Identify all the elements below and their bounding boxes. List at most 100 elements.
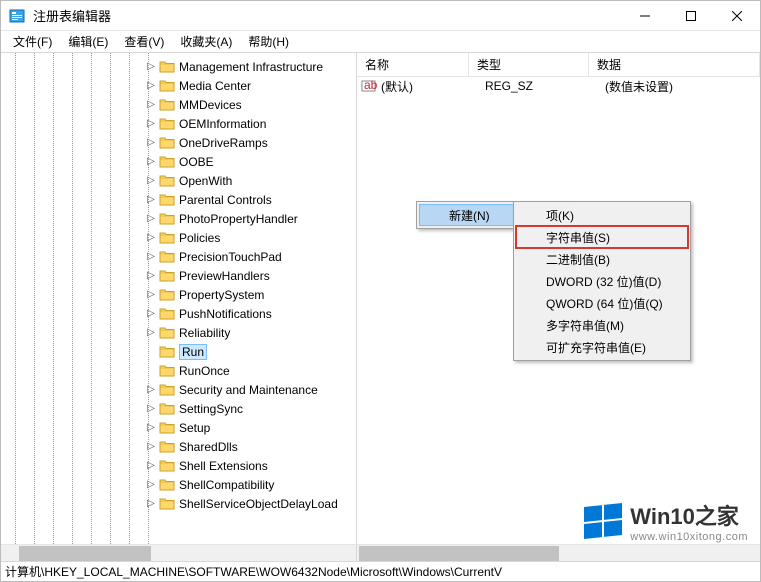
titlebar: 注册表编辑器: [1, 1, 760, 31]
tree-item[interactable]: ▷ShellCompatibility: [1, 475, 356, 494]
tree-item[interactable]: ▷ PropertySystem: [1, 285, 356, 304]
statusbar: 计算机\HKEY_LOCAL_MACHINE\SOFTWARE\WOW6432N…: [1, 561, 760, 581]
column-header-name[interactable]: 名称: [357, 53, 469, 76]
chevron-right-icon[interactable]: ▷: [145, 308, 157, 319]
tree-item[interactable]: ▷OEMInformation: [1, 114, 356, 133]
value-data: (数值未设置): [605, 78, 760, 95]
chevron-right-icon[interactable]: ▷: [145, 194, 157, 205]
tree-item[interactable]: ▷ Security and Maintenance: [1, 380, 356, 399]
new-expandstring-value[interactable]: 可扩充字符串值(E): [516, 336, 688, 358]
folder-icon: [159, 420, 175, 436]
menubar: 文件(F) 编辑(E) 查看(V) 收藏夹(A) 帮助(H): [1, 31, 760, 53]
chevron-right-icon[interactable]: ▷: [145, 156, 157, 167]
tree-item[interactable]: ▷Reliability: [1, 323, 356, 342]
status-path: 计算机\HKEY_LOCAL_MACHINE\SOFTWARE\WOW6432N…: [5, 563, 502, 580]
windows-logo-icon: [584, 503, 622, 539]
chevron-right-icon[interactable]: ▷: [145, 441, 157, 452]
tree-horizontal-scrollbar[interactable]: [1, 544, 356, 561]
close-button[interactable]: [714, 1, 760, 31]
tree-item[interactable]: ▷ PreviewHandlers: [1, 266, 356, 285]
chevron-right-icon[interactable]: ▷: [145, 403, 157, 414]
scrollbar-thumb[interactable]: [19, 546, 151, 561]
tree-item[interactable]: ▷PhotoPropertyHandler: [1, 209, 356, 228]
registry-tree[interactable]: ▷Management Infrastructure▷Media Center▷…: [1, 53, 356, 544]
tree-item[interactable]: ▷Parental Controls: [1, 190, 356, 209]
chevron-right-icon[interactable]: ▷: [145, 422, 157, 433]
folder-icon: [159, 249, 175, 265]
tree-item-label: Shell Extensions: [179, 459, 268, 473]
tree-item-label: Security and Maintenance: [179, 383, 318, 397]
chevron-right-icon[interactable]: ▷: [145, 80, 157, 91]
main-area: ▷Management Infrastructure▷Media Center▷…: [1, 53, 760, 561]
folder-icon: [159, 78, 175, 94]
minimize-button[interactable]: [622, 1, 668, 31]
tree-item-label: Policies: [179, 231, 220, 245]
folder-icon: [159, 496, 175, 512]
chevron-right-icon[interactable]: ▷: [145, 251, 157, 262]
tree-item[interactable]: ▷ Shell Extensions: [1, 456, 356, 475]
scrollbar-thumb[interactable]: [359, 546, 559, 561]
new-binary-value[interactable]: 二进制值(B): [516, 248, 688, 270]
chevron-right-icon[interactable]: ▷: [145, 175, 157, 186]
chevron-right-icon[interactable]: ▷: [145, 118, 157, 129]
tree-item[interactable]: ▷Media Center: [1, 76, 356, 95]
chevron-right-icon[interactable]: ▷: [145, 232, 157, 243]
tree-item[interactable]: ▷SharedDlls: [1, 437, 356, 456]
folder-icon: [159, 306, 175, 322]
tree-item[interactable]: ▷ SettingSync: [1, 399, 356, 418]
chevron-right-icon[interactable]: ▷: [145, 460, 157, 471]
chevron-right-icon[interactable]: ▷: [145, 327, 157, 338]
menu-help[interactable]: 帮助(H): [240, 31, 297, 52]
folder-icon: [159, 287, 175, 303]
tree-item[interactable]: RunOnce: [1, 361, 356, 380]
chevron-right-icon[interactable]: ▷: [145, 61, 157, 72]
context-submenu-new: 项(K) 字符串值(S) 二进制值(B) DWORD (32 位)值(D) QW…: [513, 201, 691, 361]
string-value-icon: ab: [361, 78, 377, 94]
folder-icon: [159, 154, 175, 170]
menu-edit[interactable]: 编辑(E): [60, 31, 116, 52]
new-qword-value[interactable]: QWORD (64 位)值(Q): [516, 292, 688, 314]
tree-item-label: Run: [179, 344, 207, 360]
new-string-value[interactable]: 字符串值(S): [516, 226, 688, 248]
value-name: (默认): [381, 78, 485, 95]
tree-item[interactable]: ▷OneDriveRamps: [1, 133, 356, 152]
menu-file[interactable]: 文件(F): [5, 31, 60, 52]
tree-item-label: PreviewHandlers: [179, 269, 270, 283]
tree-item[interactable]: ▷PushNotifications: [1, 304, 356, 323]
tree-item[interactable]: ▷MMDevices: [1, 95, 356, 114]
tree-item-label: PropertySystem: [179, 288, 264, 302]
tree-item[interactable]: ▷PrecisionTouchPad: [1, 247, 356, 266]
tree-item[interactable]: ▷Setup: [1, 418, 356, 437]
chevron-right-icon[interactable]: ▷: [145, 99, 157, 110]
window-controls: [622, 1, 760, 31]
menu-label: 可扩充字符串值(E): [546, 339, 646, 356]
chevron-right-icon[interactable]: ▷: [145, 384, 157, 395]
value-row[interactable]: ab(默认)REG_SZ(数值未设置): [357, 77, 760, 95]
tree-item[interactable]: ▷ Policies: [1, 228, 356, 247]
tree-item[interactable]: ▷Management Infrastructure: [1, 57, 356, 76]
maximize-button[interactable]: [668, 1, 714, 31]
menu-view[interactable]: 查看(V): [116, 31, 172, 52]
value-list[interactable]: ab(默认)REG_SZ(数值未设置): [357, 77, 760, 95]
new-dword-value[interactable]: DWORD (32 位)值(D): [516, 270, 688, 292]
chevron-right-icon[interactable]: ▷: [145, 479, 157, 490]
new-multistring-value[interactable]: 多字符串值(M): [516, 314, 688, 336]
menu-favorites[interactable]: 收藏夹(A): [172, 31, 240, 52]
new-key[interactable]: 项(K): [516, 204, 688, 226]
column-header-type[interactable]: 类型: [469, 53, 589, 76]
column-header-data[interactable]: 数据: [589, 53, 760, 76]
tree-item[interactable]: ▷ShellServiceObjectDelayLoad: [1, 494, 356, 513]
folder-icon: [159, 211, 175, 227]
tree-item[interactable]: Run: [1, 342, 356, 361]
folder-icon: [159, 439, 175, 455]
chevron-right-icon[interactable]: ▷: [145, 289, 157, 300]
chevron-right-icon[interactable]: ▷: [145, 270, 157, 281]
chevron-right-icon[interactable]: ▷: [145, 213, 157, 224]
list-horizontal-scrollbar[interactable]: [357, 544, 760, 561]
tree-item-label: SettingSync: [179, 402, 243, 416]
tree-item[interactable]: ▷OOBE: [1, 152, 356, 171]
tree-item[interactable]: ▷OpenWith: [1, 171, 356, 190]
menu-label: 二进制值(B): [546, 251, 610, 268]
chevron-right-icon[interactable]: ▷: [145, 137, 157, 148]
chevron-right-icon[interactable]: ▷: [145, 498, 157, 509]
